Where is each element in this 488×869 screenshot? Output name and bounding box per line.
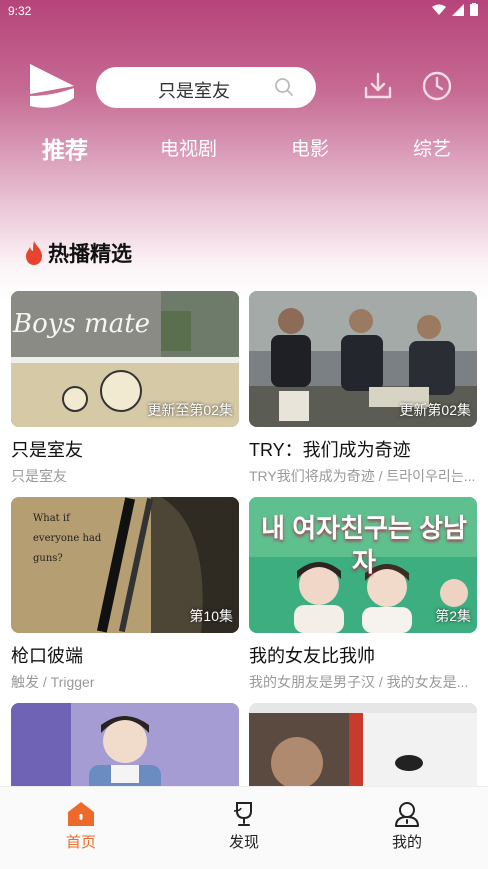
signal-icon (452, 3, 464, 16)
history-clock-icon[interactable] (421, 70, 453, 102)
download-icon[interactable] (362, 70, 394, 102)
trophy-icon (233, 802, 252, 826)
search-text: 只是室友 (158, 81, 230, 101)
drama-title: TRY：我们成为奇迹 (249, 440, 411, 460)
drama-title: 只是室友 (11, 440, 83, 460)
drama-subtitle: 触发 / Trigger (11, 674, 95, 690)
drama-card[interactable]: What if everyone had guns? 第10集 枪口彼端 触发 … (11, 497, 239, 692)
tab-tv-series[interactable]: 电视剧 (160, 134, 217, 161)
drama-card[interactable]: 내 여자친구는 상남자 第2集 我的女友比我帅 我的女朋友是男子汉 / 我的女友… (249, 497, 477, 692)
nav-profile[interactable]: 我的 (362, 801, 452, 852)
episode-badge: 更新至第02集 (147, 402, 233, 418)
tab-movies[interactable]: 电影 (291, 134, 329, 161)
episode-badge: 第10集 (189, 608, 233, 624)
search-bar[interactable]: 只是室友 (96, 67, 316, 108)
fire-icon (26, 241, 42, 265)
drama-poster[interactable]: Boys mate 更新至第02集 (11, 291, 239, 427)
drama-card[interactable]: Boys mate 更新至第02集 只是室友 只是室友 (11, 291, 239, 486)
nav-home[interactable]: 首页 (36, 801, 126, 852)
category-tabs: 推荐 电视剧 电影 综艺 (0, 128, 488, 168)
nav-discover-label: 发现 (228, 834, 259, 851)
section-title: 热播精选 (48, 243, 132, 266)
nav-home-label: 首页 (65, 834, 96, 851)
home-icon (68, 802, 94, 826)
nav-profile-label: 我的 (391, 834, 422, 851)
poster-title-text: What if everyone had guns? (33, 513, 102, 564)
poster-title-text: 내 여자친구는 상남자 (261, 513, 467, 577)
drama-subtitle: TRY我们将成为奇迹 / 트라이우리는... (249, 468, 476, 484)
episode-badge: 第2集 (435, 608, 471, 624)
battery-icon (470, 3, 478, 16)
section-header: 热播精选 (24, 238, 132, 268)
drama-title: 枪口彼端 (11, 646, 83, 666)
episode-badge: 更新第02集 (399, 402, 471, 418)
status-time: 9:32 (8, 4, 32, 18)
poster-title-text: Boys mate (13, 309, 151, 339)
user-icon (395, 802, 419, 827)
drama-subtitle: 只是室友 (11, 468, 67, 484)
app-logo-icon (30, 64, 74, 108)
drama-card[interactable]: 更新第02集 TRY：我们成为奇迹 TRY我们将成为奇迹 / 트라이우리는... (249, 291, 477, 486)
status-bar: 9:32 (0, 0, 488, 22)
search-icon[interactable] (274, 77, 294, 97)
drama-poster[interactable]: What if everyone had guns? 第10集 (11, 497, 239, 633)
wifi-icon (432, 4, 446, 15)
bottom-navigation: 首页 发现 我的 (0, 786, 488, 869)
drama-subtitle: 我的女朋友是男子汉 / 我的女友是... (249, 674, 469, 690)
tab-variety[interactable]: 综艺 (413, 134, 451, 161)
drama-poster[interactable]: 내 여자친구는 상남자 第2集 (249, 497, 477, 633)
drama-poster[interactable]: 更新第02集 (249, 291, 477, 427)
tab-recommend[interactable]: 推荐 (42, 131, 88, 165)
drama-title: 我的女友比我帅 (249, 646, 375, 666)
nav-discover[interactable]: 发现 (199, 801, 289, 852)
